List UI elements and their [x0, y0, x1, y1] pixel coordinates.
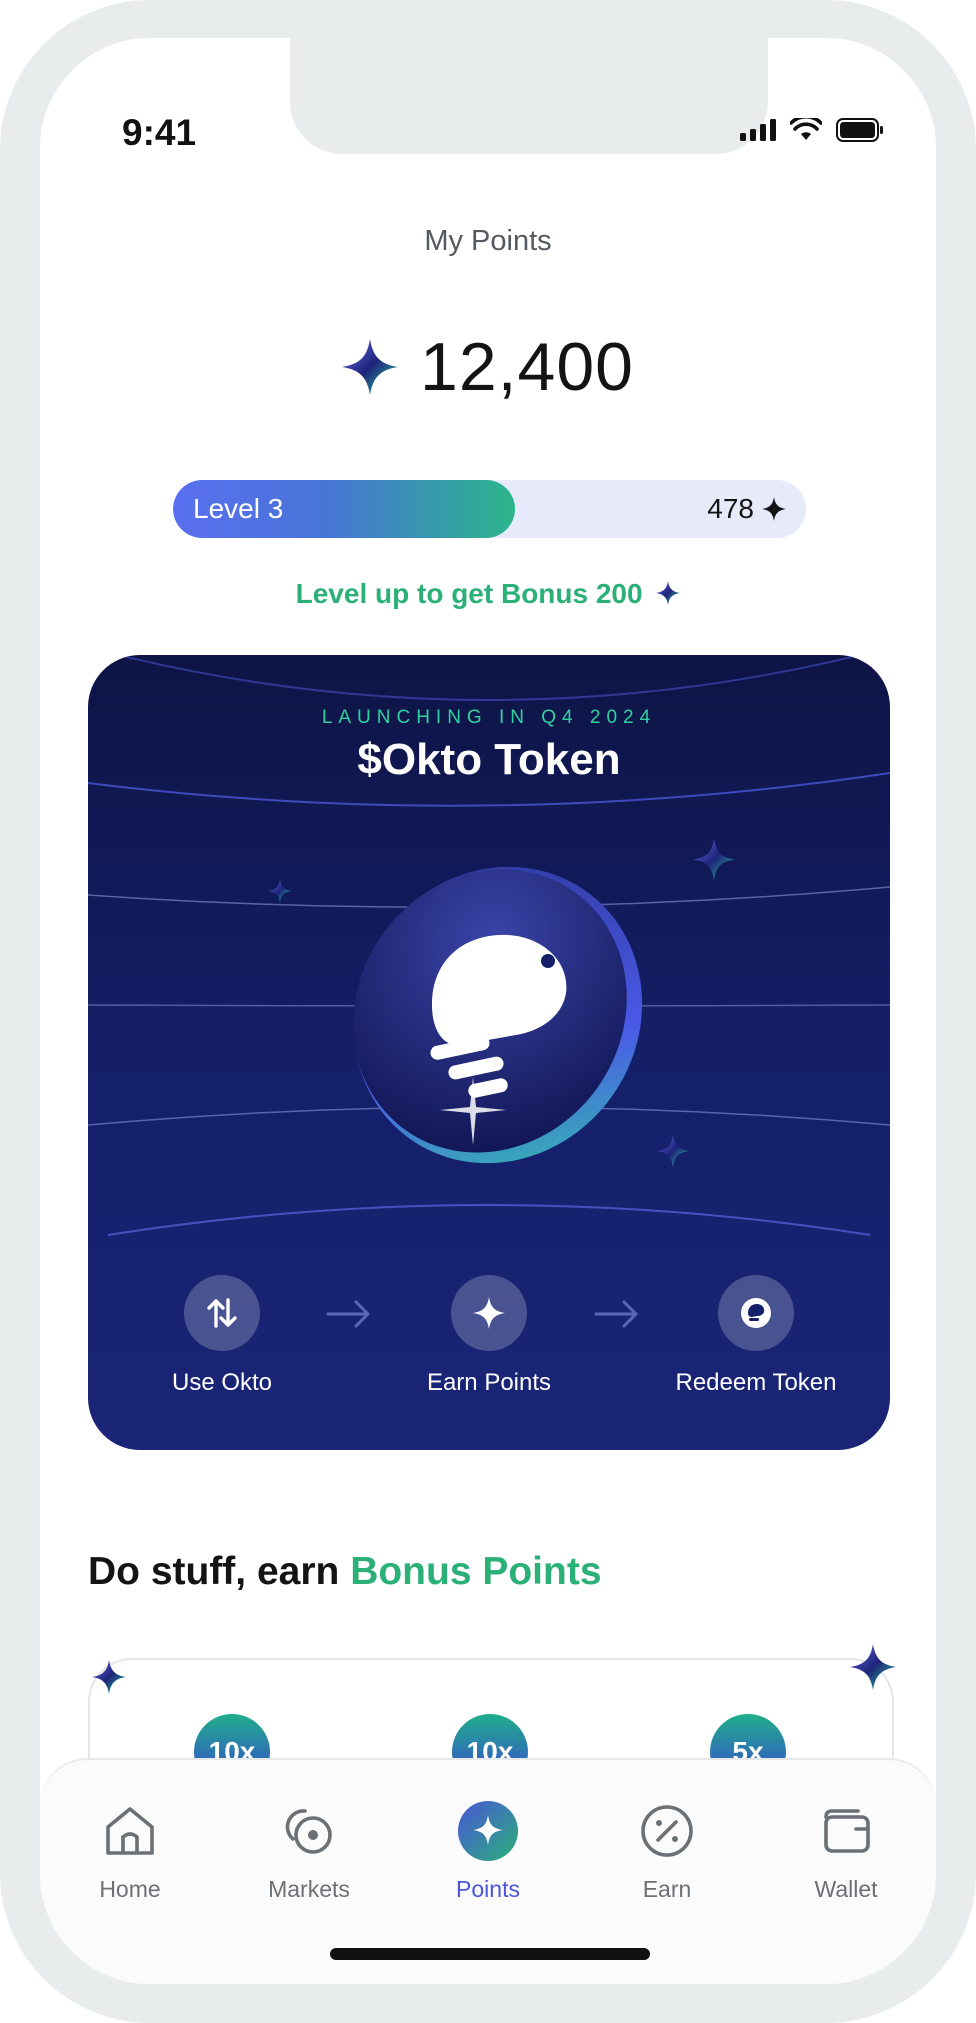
tab-earn[interactable]: Earn [597, 1800, 737, 1903]
markets-icon [285, 1809, 332, 1854]
sparkle-icon [458, 1801, 518, 1861]
tab-points[interactable]: Points [418, 1800, 558, 1903]
status-time: 9:41 [122, 112, 197, 153]
arrow-right-icon [326, 1300, 370, 1328]
star-icon [762, 497, 786, 521]
step-use-okto: Use Okto [112, 1275, 332, 1397]
step-circle [718, 1275, 794, 1351]
tab-home[interactable]: Home [60, 1800, 200, 1903]
tab-label: Points [456, 1876, 520, 1902]
tab-label: Earn [642, 1876, 692, 1902]
device-frame: 9:41 My Points 12,400 Level 3 478 Level … [0, 0, 976, 2023]
step-earn-points: Earn Points [379, 1275, 599, 1397]
sparkle-icon [92, 1660, 126, 1694]
tab-label: Home [99, 1876, 161, 1902]
sparkle-icon [342, 339, 398, 395]
status-icons [740, 118, 884, 142]
sparkle-small-icon [656, 580, 681, 605]
step-label: Earn Points [426, 1369, 552, 1396]
bonus-heading-accent: Bonus Points [350, 1550, 602, 1593]
step-label: Redeem Token [675, 1369, 837, 1396]
sparkle-icon [473, 1297, 505, 1329]
arrow-right-icon [594, 1300, 638, 1328]
remaining-points: 478 [707, 493, 754, 524]
notch [290, 38, 768, 154]
wallet-icon [824, 1809, 870, 1853]
okto-coin-icon [353, 866, 643, 1164]
sparkle-icon [850, 1644, 896, 1690]
launch-text: LAUNCHING IN Q4 2024 [321, 707, 657, 728]
okto-logo-icon [741, 1298, 771, 1328]
step-label: Use Okto [171, 1369, 273, 1396]
signal-icon [740, 119, 776, 141]
tab-label: Markets [268, 1876, 350, 1902]
step-redeem-token: Redeem Token [646, 1275, 866, 1397]
level-remaining: 478 [707, 480, 786, 538]
levelup-text: Level up to get Bonus 200 [295, 578, 643, 609]
tab-markets[interactable]: Markets [239, 1800, 379, 1903]
okto-token-card[interactable]: LAUNCHING IN Q4 2024 $Okto Token Use Okt… [88, 655, 890, 1450]
token-title: $Okto Token [357, 735, 621, 784]
bonus-heading-prefix: Do stuff, earn [88, 1550, 351, 1593]
percent-icon [641, 1805, 693, 1857]
tab-wallet[interactable]: Wallet [776, 1800, 916, 1903]
home-indicator[interactable] [330, 1948, 650, 1960]
tab-label: Wallet [814, 1876, 878, 1902]
wifi-icon [790, 118, 822, 140]
swap-arrows-icon [207, 1298, 237, 1328]
home-icon [106, 1807, 154, 1855]
points-value: 12,400 [420, 329, 634, 405]
points-title: My Points [424, 225, 552, 257]
step-circle [184, 1275, 260, 1351]
level-progress-bar: Level 3 478 [173, 480, 806, 538]
bonus-heading: Do stuff, earn Bonus Points [88, 1550, 602, 1594]
points-balance: 12,400 [40, 328, 936, 406]
app-screen: 9:41 My Points 12,400 Level 3 478 Level … [40, 38, 936, 1984]
battery-icon [836, 118, 883, 142]
levelup-banner[interactable]: Level up to get Bonus 200 [40, 578, 936, 612]
step-circle [451, 1275, 527, 1351]
level-label: Level 3 [193, 493, 284, 524]
token-steps: Use Okto Earn Points Redeem Token [88, 1275, 890, 1425]
